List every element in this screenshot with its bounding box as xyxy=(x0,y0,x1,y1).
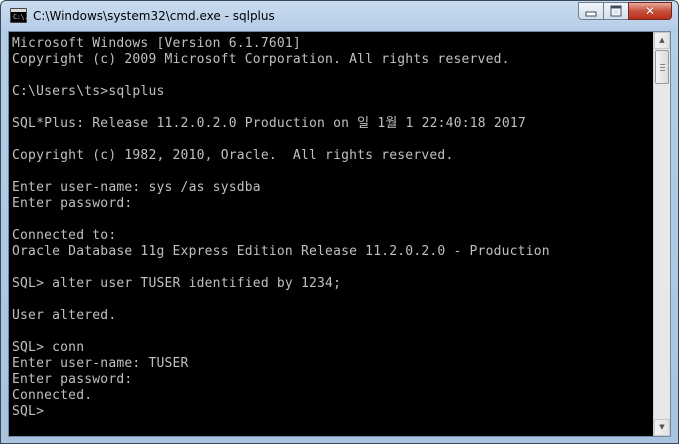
console-line: Enter user-name: TUSER xyxy=(12,356,189,371)
console-line: User altered. xyxy=(12,308,117,323)
minimize-button[interactable] xyxy=(578,2,604,20)
console-line: Copyright (c) 1982, 2010, Oracle. All ri… xyxy=(12,148,454,163)
console-line: SQL> xyxy=(12,404,45,419)
scroll-up-button[interactable]: ▲ xyxy=(654,32,670,49)
console-line: SQL*Plus: Release 11.2.0.2.0 Production … xyxy=(12,116,526,131)
grip-line xyxy=(660,64,665,65)
console-line: Enter user-name: sys /as sysdba xyxy=(12,180,261,195)
scroll-down-button[interactable]: ▼ xyxy=(654,419,670,436)
console-line: Enter password: xyxy=(12,372,133,387)
console-line: C:\Users\ts>sqlplus xyxy=(12,84,165,99)
vertical-scrollbar[interactable]: ▲ ▼ xyxy=(653,32,670,436)
minimize-icon xyxy=(585,11,597,17)
grip-line xyxy=(660,67,665,68)
scroll-up-icon: ▲ xyxy=(659,36,665,44)
title-bar[interactable]: C:\. C:\Windows\system32\cmd.exe - sqlpl… xyxy=(1,1,678,31)
scroll-down-icon: ▼ xyxy=(659,423,665,431)
console-line: Connected. xyxy=(12,388,93,403)
console-line: Connected to: xyxy=(12,228,117,243)
scroll-thumb[interactable] xyxy=(655,50,669,84)
console-line: Copyright (c) 2009 Microsoft Corporation… xyxy=(12,52,510,67)
grip-line xyxy=(660,70,665,71)
window-title: C:\Windows\system32\cmd.exe - sqlplus xyxy=(33,9,275,23)
console-output[interactable]: Microsoft Windows [Version 6.1.7601] Copy… xyxy=(9,32,653,436)
console-line: Enter password: xyxy=(12,196,133,211)
close-icon: ✕ xyxy=(644,4,656,18)
console-app-icon[interactable]: C:\. xyxy=(10,8,28,23)
maximize-button[interactable] xyxy=(603,2,629,20)
caption-buttons: ✕ xyxy=(578,2,672,22)
console-line: Microsoft Windows [Version 6.1.7601] xyxy=(12,36,301,51)
console-line: Oracle Database 11g Express Edition Rele… xyxy=(12,244,550,259)
console-area: Microsoft Windows [Version 6.1.7601] Copy… xyxy=(8,31,671,437)
close-button[interactable]: ✕ xyxy=(628,2,672,20)
cmd-window: C:\. C:\Windows\system32\cmd.exe - sqlpl… xyxy=(0,0,679,444)
console-line: SQL> alter user TUSER identified by 1234… xyxy=(12,276,342,291)
console-line: SQL> conn xyxy=(12,340,85,355)
maximize-icon xyxy=(610,5,622,17)
